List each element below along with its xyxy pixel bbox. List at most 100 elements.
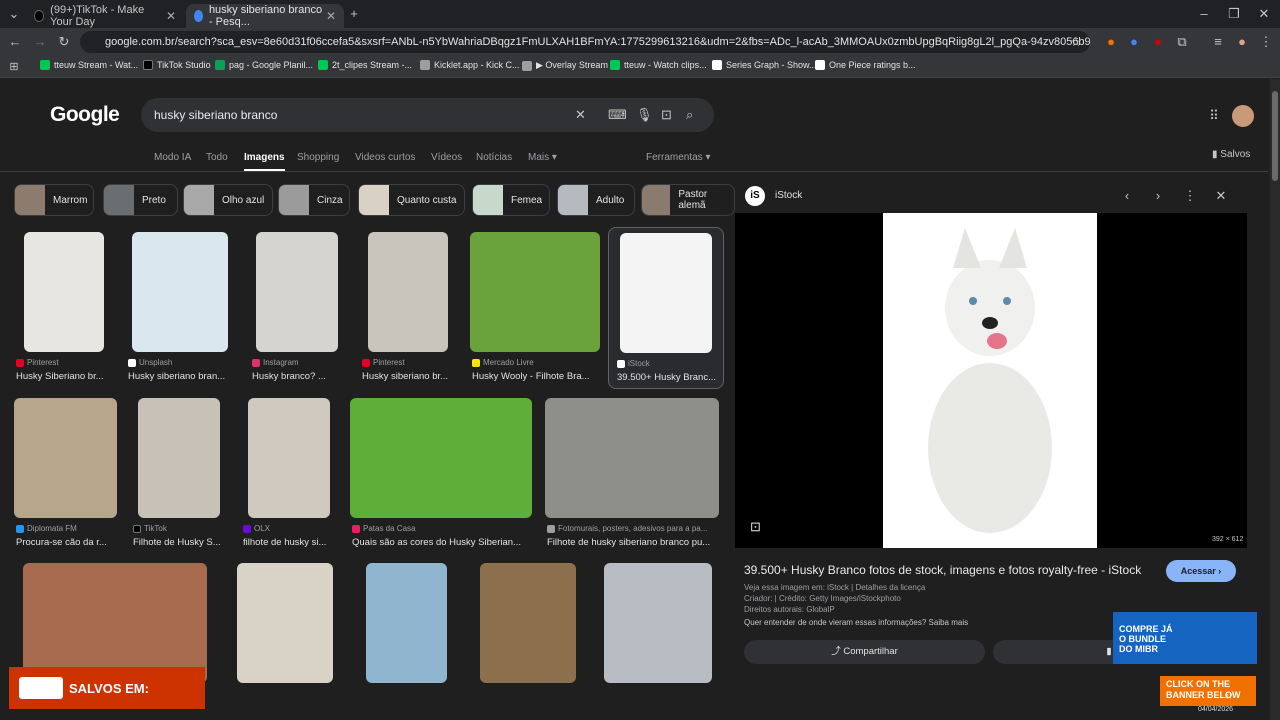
bookmark-item[interactable]: TikTok Studio: [143, 60, 211, 70]
chip-marrom[interactable]: Marrom: [14, 184, 94, 216]
close-icon[interactable]: ✕: [1213, 188, 1229, 204]
tab-search-icon[interactable]: ⌄: [6, 6, 22, 22]
result-title[interactable]: Husky siberiano bran...: [128, 371, 232, 382]
nav-todo[interactable]: Todo: [206, 152, 228, 163]
extension-icon[interactable]: ●: [1103, 34, 1119, 50]
google-apps-icon[interactable]: ⠿: [1206, 108, 1222, 124]
bookmark-item[interactable]: pag - Google Planil...: [215, 60, 313, 70]
extension-icon[interactable]: ●: [1126, 34, 1142, 50]
saved-link[interactable]: ▮ Salvos: [1212, 149, 1250, 160]
bookmark-item[interactable]: Kicklet.app - Kick C...: [420, 60, 520, 70]
result-title[interactable]: Filhote de husky siberiano branco pu...: [547, 537, 719, 548]
bookmark-star-icon[interactable]: ☆: [1068, 34, 1084, 50]
bookmark-item[interactable]: tteuw - Watch clips...: [610, 60, 707, 70]
preview-image[interactable]: [883, 213, 1097, 548]
panel-info-link[interactable]: Quer entender de onde vieram essas infor…: [744, 618, 968, 627]
result-thumbnail[interactable]: [132, 232, 228, 352]
result-thumbnail[interactable]: [368, 232, 448, 352]
tab-tiktok[interactable]: (99+)TikTok - Make Your Day ✕: [26, 4, 184, 28]
more-icon[interactable]: ⋮: [1182, 188, 1198, 204]
address-bar[interactable]: google.com.br/search?sca_esv=8e60d31f06c…: [80, 31, 1090, 53]
panel-title[interactable]: 39.500+ Husky Branco fotos de stock, ima…: [744, 563, 1154, 577]
result-card[interactable]: Unsplash Husky siberiano bran...: [128, 232, 232, 387]
nav-ferramentas[interactable]: Ferramentas ▾: [646, 152, 710, 163]
new-tab-icon[interactable]: +: [346, 6, 362, 22]
nav-videos[interactable]: Vídeos: [431, 152, 462, 163]
result-thumbnail[interactable]: [470, 232, 600, 352]
nav-videos-curtos[interactable]: Videos curtos: [355, 152, 415, 163]
result-thumbnail[interactable]: [620, 233, 712, 353]
media-icon[interactable]: ≡: [1210, 34, 1226, 50]
search-input[interactable]: husky siberiano branco: [154, 108, 277, 122]
result-card[interactable]: Diplomata FM Procura-se cão da r...: [14, 398, 119, 550]
result-thumbnail[interactable]: [138, 398, 220, 518]
result-card[interactable]: Instagram Husky branco? ...: [252, 232, 347, 387]
bookmark-item[interactable]: One Piece ratings b...: [815, 60, 916, 70]
result-thumbnail[interactable]: [545, 398, 719, 518]
extensions-icon[interactable]: ⧉: [1174, 34, 1190, 50]
result-title[interactable]: Husky branco? ...: [252, 371, 347, 382]
result-card[interactable]: Fotomurais, posters, adesivos para a pa.…: [545, 398, 719, 550]
result-title[interactable]: Filhote de Husky S...: [133, 537, 228, 548]
result-title[interactable]: Procura-se cão da r...: [16, 537, 119, 548]
page-scrollbar[interactable]: [1270, 79, 1280, 720]
menu-icon[interactable]: ⋮: [1258, 34, 1274, 50]
lens-icon[interactable]: ⊡: [661, 107, 672, 123]
clear-icon[interactable]: ✕: [575, 107, 586, 123]
google-logo[interactable]: Google: [50, 103, 120, 127]
close-icon[interactable]: ✕: [166, 9, 176, 23]
chip-adulto[interactable]: Adulto: [557, 184, 635, 216]
scrollbar-thumb[interactable]: [1272, 91, 1278, 181]
result-thumbnail[interactable]: [14, 398, 117, 518]
extension-icon[interactable]: ●: [1150, 34, 1166, 50]
result-title[interactable]: Husky Siberiano br...: [16, 371, 116, 382]
result-thumbnail[interactable]: [480, 563, 576, 683]
result-card[interactable]: Pinterest Husky siberiano br...: [362, 232, 457, 387]
result-thumbnail[interactable]: [23, 563, 207, 683]
share-button[interactable]: ⤴ Compartilhar: [744, 640, 985, 664]
result-title[interactable]: Husky siberiano br...: [362, 371, 457, 382]
next-icon[interactable]: ›: [1150, 188, 1166, 204]
chip-quanto-custa[interactable]: Quanto custa: [358, 184, 465, 216]
cta-banner[interactable]: CLICK ON THE BANNER BELOW: [1160, 676, 1256, 706]
search-box[interactable]: husky siberiano branco ✕ ⌨ 🎙 ⊡ ⌕: [141, 98, 714, 132]
chip-femea[interactable]: Femea: [472, 184, 550, 216]
chip-pastor-alema[interactable]: Pastor alemã: [641, 184, 735, 216]
panel-site-name[interactable]: iStock: [775, 190, 802, 201]
result-card[interactable]: TikTok Filhote de Husky S...: [133, 398, 228, 550]
bookmark-item[interactable]: ▶ Overlay Stream: [522, 60, 608, 71]
account-avatar[interactable]: [1232, 105, 1254, 127]
nav-mais[interactable]: Mais ▾: [528, 152, 557, 163]
tab-google[interactable]: husky siberiano branco - Pesq... ✕: [186, 4, 344, 28]
nav-imagens[interactable]: Imagens: [244, 152, 285, 172]
result-card[interactable]: Pinterest Husky Siberiano br...: [16, 232, 116, 387]
chip-cinza[interactable]: Cinza: [278, 184, 350, 216]
nav-modo-ia[interactable]: Modo IA: [154, 152, 191, 163]
close-window-icon[interactable]: ✕: [1256, 6, 1272, 22]
back-icon[interactable]: ←: [7, 34, 23, 50]
result-thumbnail[interactable]: [350, 398, 532, 518]
chip-olho-azul[interactable]: Olho azul: [183, 184, 273, 216]
nav-noticias[interactable]: Notícias: [476, 152, 512, 163]
visit-button[interactable]: Acessar ›: [1166, 560, 1236, 582]
result-title[interactable]: 39.500+ Husky Branc...: [617, 372, 721, 383]
search-icon[interactable]: ⌕: [686, 107, 693, 123]
bookmark-item[interactable]: tteuw Stream - Wat...: [40, 60, 138, 70]
result-title[interactable]: filhote de husky si...: [243, 537, 338, 548]
nav-shopping[interactable]: Shopping: [297, 152, 339, 163]
keyboard-icon[interactable]: ⌨: [608, 107, 627, 123]
close-icon[interactable]: ✕: [326, 9, 336, 23]
result-thumbnail[interactable]: [24, 232, 104, 352]
bookmark-item[interactable]: 2t_clipes Stream -...: [318, 60, 412, 70]
minimize-icon[interactable]: –: [1196, 6, 1212, 22]
mic-icon[interactable]: 🎙: [636, 107, 653, 123]
result-title[interactable]: Husky Wooly - Filhote Bra...: [472, 371, 600, 382]
result-thumbnail[interactable]: [237, 563, 333, 683]
result-title[interactable]: Quais são as cores do Husky Siberian...: [352, 537, 532, 548]
lens-icon[interactable]: ⊡: [750, 519, 761, 535]
result-card[interactable]: Patas da Casa Quais são as cores do Husk…: [350, 398, 532, 550]
restore-icon[interactable]: ❐: [1226, 6, 1242, 22]
forward-icon[interactable]: →: [32, 34, 48, 50]
result-card-selected[interactable]: iStock 39.500+ Husky Branc...: [608, 227, 724, 389]
result-thumbnail[interactable]: [256, 232, 338, 352]
